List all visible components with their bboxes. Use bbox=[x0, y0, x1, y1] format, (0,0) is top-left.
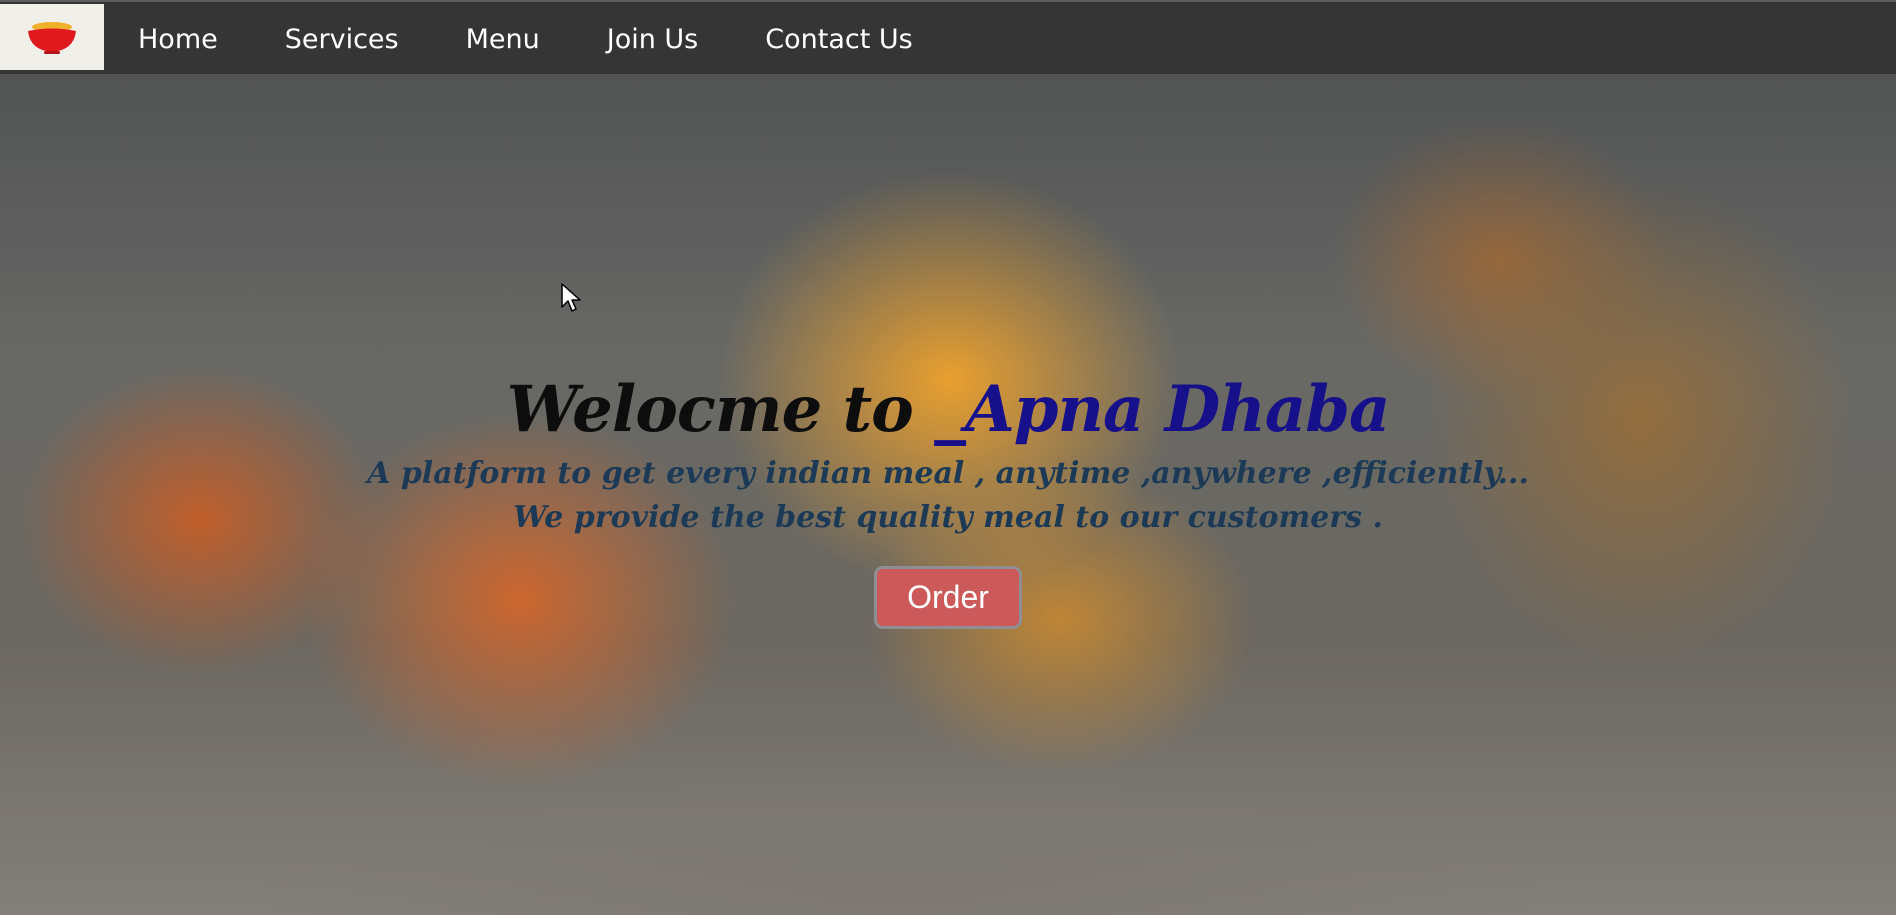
nav-services[interactable]: Services bbox=[285, 24, 399, 55]
top-navbar: Home Services Menu Join Us Contact Us bbox=[0, 0, 1896, 74]
brand-name: _Apna Dhaba bbox=[934, 372, 1390, 447]
nav-home[interactable]: Home bbox=[138, 24, 218, 55]
hero-tagline-1: A platform to get every indian meal , an… bbox=[367, 456, 1529, 491]
hero-content: Welocme to _Apna Dhaba A platform to get… bbox=[0, 368, 1896, 629]
nav-contact-us[interactable]: Contact Us bbox=[765, 24, 912, 55]
site-logo[interactable] bbox=[0, 4, 104, 70]
bowl-icon bbox=[28, 22, 76, 54]
title-prefix: Welocme to bbox=[506, 372, 935, 447]
nav-menu: Home Services Menu Join Us Contact Us bbox=[138, 2, 980, 76]
hero-tagline-2: We provide the best quality meal to our … bbox=[513, 500, 1383, 535]
hero-title: Welocme to _Apna Dhaba bbox=[0, 368, 1896, 452]
mouse-pointer-icon bbox=[561, 283, 581, 312]
nav-menu-link[interactable]: Menu bbox=[466, 24, 540, 55]
nav-join-us[interactable]: Join Us bbox=[607, 24, 699, 55]
order-button[interactable]: Order bbox=[874, 566, 1022, 629]
